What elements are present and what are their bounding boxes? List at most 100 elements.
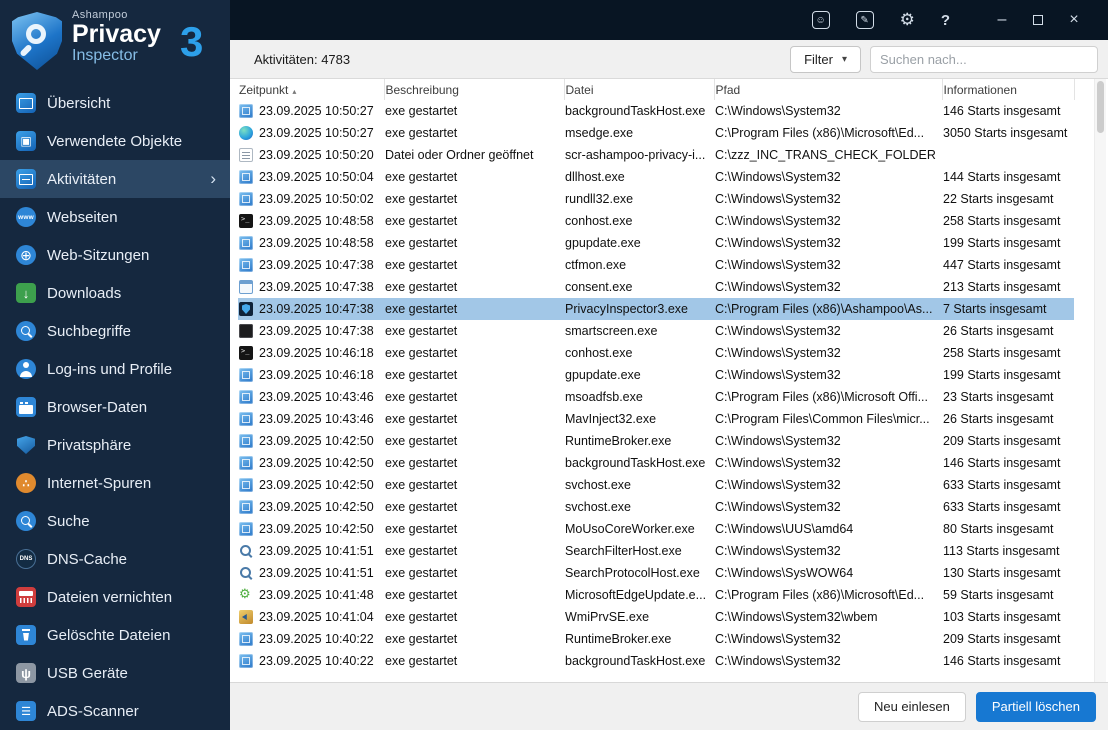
table-row[interactable]: 23.09.2025 10:42:50 exe gestartet svchost.…	[238, 496, 1074, 518]
cell-timestamp: 23.09.2025 10:50:27	[259, 126, 374, 140]
cell-description: exe gestartet	[385, 500, 458, 514]
sidebar-item-logins-und-profile[interactable]: Log-ins und Profile	[0, 350, 230, 388]
cell-file: msoadfsb.exe	[565, 390, 643, 404]
cell-timestamp: 23.09.2025 10:42:50	[259, 522, 374, 536]
table-row[interactable]: 23.09.2025 10:47:38 exe gestartet ctfmon.e…	[238, 254, 1074, 276]
sidebar-item-suchbegriffe[interactable]: Suchbegriffe	[0, 312, 230, 350]
sidebar-item-label: Übersicht	[47, 94, 111, 112]
column-header-pfad[interactable]: Pfad	[714, 79, 943, 100]
sidebar-item-usb-geraete[interactable]: USB Geräte	[0, 654, 230, 692]
sidebar-item-ads-scanner[interactable]: ADS-Scanner	[0, 692, 230, 730]
sidebar-item-label: DNS-Cache	[47, 550, 128, 568]
app-logo: Ashampoo Privacy Inspector 3	[0, 0, 230, 84]
search-input[interactable]	[870, 45, 1098, 73]
close-button[interactable]: ×	[1056, 11, 1092, 29]
survey-icon[interactable]: ✎	[855, 11, 874, 29]
sidebar-item-uebersicht[interactable]: Übersicht	[0, 84, 230, 122]
sidebar-item-aktivitaeten[interactable]: Aktivitäten ›	[0, 160, 230, 198]
cell-info: 146 Starts insgesamt	[943, 104, 1061, 118]
main-content: Aktivitäten: 4783 Filter ▾ Zeitpunkt▴Bes…	[230, 40, 1108, 730]
app-window-icon	[239, 522, 253, 536]
sidebar-item-geloeschte-dateien[interactable]: Gelöschte Dateien	[0, 616, 230, 654]
table-row[interactable]: 23.09.2025 10:50:20 Datei oder Ordner geö…	[238, 144, 1074, 166]
cell-path: C:\Windows\System32	[715, 170, 841, 184]
table-row[interactable]: 23.09.2025 10:47:38 exe gestartet smartscr…	[238, 320, 1074, 342]
table-row[interactable]: 23.09.2025 10:43:46 exe gestartet MavInjec…	[238, 408, 1074, 430]
table-row[interactable]: 23.09.2025 10:42:50 exe gestartet MoUsoCor…	[238, 518, 1074, 540]
table-row[interactable]: 23.09.2025 10:46:18 exe gestartet conhost.…	[238, 342, 1074, 364]
sidebar-item-browser-daten[interactable]: Browser-Daten	[0, 388, 230, 426]
reload-button[interactable]: Neu einlesen	[857, 691, 966, 722]
cell-timestamp: 23.09.2025 10:47:38	[259, 258, 374, 272]
cell-path: C:\Windows\System32	[715, 104, 841, 118]
sidebar-item-webseiten[interactable]: Webseiten	[0, 198, 230, 236]
table-row[interactable]: 23.09.2025 10:50:27 exe gestartet backgrou…	[238, 100, 1074, 122]
cell-timestamp: 23.09.2025 10:50:20	[259, 148, 374, 162]
maximize-button[interactable]	[1020, 15, 1056, 25]
feedback-icon[interactable]: ☺	[811, 11, 830, 29]
cell-timestamp: 23.09.2025 10:43:46	[259, 412, 374, 426]
cell-info: 7 Starts insgesamt	[942, 298, 1074, 320]
cell-info: 633 Starts insgesamt	[943, 500, 1061, 514]
column-header-datei[interactable]: Datei	[564, 79, 715, 100]
table-row[interactable]: 23.09.2025 10:40:22 exe gestartet RuntimeB…	[238, 628, 1074, 650]
cell-info: 213 Starts insgesamt	[943, 280, 1061, 294]
cell-info: 3050 Starts insgesamt	[943, 126, 1068, 140]
column-header-informationen[interactable]: Informationen	[942, 79, 1075, 100]
help-icon[interactable]: ?	[941, 12, 950, 29]
table-row[interactable]: 23.09.2025 10:47:38 exe gestartet PrivacyI…	[238, 298, 1074, 320]
table-row[interactable]: 23.09.2025 10:50:04 exe gestartet dllhost.…	[238, 166, 1074, 188]
cell-description: exe gestartet	[385, 610, 458, 624]
cell-info: 146 Starts insgesamt	[943, 456, 1061, 470]
cell-info: 633 Starts insgesamt	[943, 478, 1061, 492]
sidebar-item-label: USB Geräte	[47, 664, 128, 682]
table-row[interactable]: 23.09.2025 10:47:38 exe gestartet consent.…	[238, 276, 1074, 298]
sidebar-item-suche[interactable]: Suche	[0, 502, 230, 540]
table-row[interactable]: 23.09.2025 10:42:50 exe gestartet backgrou…	[238, 452, 1074, 474]
cell-timestamp: 23.09.2025 10:41:04	[259, 610, 374, 624]
column-header-zeitpunkt[interactable]: Zeitpunkt ▴	[238, 79, 385, 100]
table-row[interactable]: 23.09.2025 10:43:46 exe gestartet msoadfsb…	[238, 386, 1074, 408]
table-row[interactable]: 23.09.2025 10:41:51 exe gestartet SearchFi…	[238, 540, 1074, 562]
table-row[interactable]: 23.09.2025 10:42:50 exe gestartet RuntimeB…	[238, 430, 1074, 452]
sidebar-item-internet-spuren[interactable]: Internet-Spuren	[0, 464, 230, 502]
sidebar-item-label: Suchbegriffe	[47, 322, 131, 340]
cell-description: exe gestartet	[385, 324, 458, 338]
sidebar-item-verwendete-objekte[interactable]: Verwendete Objekte	[0, 122, 230, 160]
table-row[interactable]: 23.09.2025 10:50:27 exe gestartet msedge.e…	[238, 122, 1074, 144]
table-row[interactable]: 23.09.2025 10:48:58 exe gestartet gpupdate…	[238, 232, 1074, 254]
cell-timestamp: 23.09.2025 10:43:46	[259, 390, 374, 404]
sidebar-item-dns-cache[interactable]: DNS-Cache	[0, 540, 230, 578]
cell-timestamp: 23.09.2025 10:48:58	[259, 214, 374, 228]
cell-path: C:\Windows\System32	[715, 214, 841, 228]
cell-path: C:\Windows\UUS\amd64	[715, 522, 854, 536]
cell-file: backgroundTaskHost.exe	[565, 654, 706, 668]
sidebar-item-privatsphaere[interactable]: Privatsphäre	[0, 426, 230, 464]
settings-gear-icon[interactable]: ⚙	[900, 10, 915, 30]
table-row[interactable]: 23.09.2025 10:50:02 exe gestartet rundll32…	[238, 188, 1074, 210]
cell-file: RuntimeBroker.exe	[565, 632, 672, 646]
app-window-icon	[239, 368, 253, 382]
sidebar-item-downloads[interactable]: Downloads	[0, 274, 230, 312]
cell-description: exe gestartet	[385, 214, 458, 228]
table-row[interactable]: 23.09.2025 10:46:18 exe gestartet gpupdate…	[238, 364, 1074, 386]
cell-file: SearchFilterHost.exe	[565, 544, 682, 558]
sidebar-item-dateien-vernichten[interactable]: Dateien vernichten	[0, 578, 230, 616]
table-row[interactable]: 23.09.2025 10:41:04 exe gestartet WmiPrvSE…	[238, 606, 1074, 628]
vertical-scrollbar[interactable]	[1094, 79, 1106, 682]
table-row[interactable]: 23.09.2025 10:40:22 exe gestartet backgrou…	[238, 650, 1074, 672]
table-row[interactable]: 23.09.2025 10:48:58 exe gestartet conhost.…	[238, 210, 1074, 232]
table-row[interactable]: 23.09.2025 10:41:51 exe gestartet SearchPr…	[238, 562, 1074, 584]
table-row[interactable]: 23.09.2025 10:42:50 exe gestartet svchost.…	[238, 474, 1074, 496]
cell-info: 209 Starts insgesamt	[943, 434, 1061, 448]
cell-description: exe gestartet	[385, 544, 458, 558]
sidebar-item-web-sitzungen[interactable]: Web-Sitzungen	[0, 236, 230, 274]
cell-path: C:\Windows\System32	[715, 368, 841, 382]
scrollbar-thumb[interactable]	[1097, 81, 1104, 133]
minimize-button[interactable]: –	[984, 11, 1020, 29]
partial-delete-button[interactable]: Partiell löschen	[975, 691, 1096, 722]
app-window-icon	[239, 192, 253, 206]
table-row[interactable]: 23.09.2025 10:41:48 exe gestartet Microsof…	[238, 584, 1074, 606]
filter-button[interactable]: Filter ▾	[790, 45, 861, 73]
column-header-beschreibung[interactable]: Beschreibung	[384, 79, 565, 100]
